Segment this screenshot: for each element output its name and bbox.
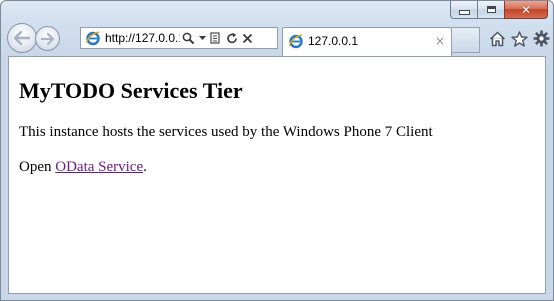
tab-title: 127.0.0.1	[308, 34, 359, 48]
ie-logo-icon	[86, 31, 100, 46]
open-service-line: Open OData Service.	[19, 158, 535, 176]
address-url[interactable]: http://127.0.0.1:8	[105, 31, 180, 45]
gear-icon[interactable]	[533, 30, 550, 47]
page-title: MyTODO Services Tier	[19, 78, 243, 103]
tab-close-icon[interactable]: ×	[435, 33, 445, 49]
forward-button[interactable]	[35, 26, 60, 51]
page-content: MyTODO Services Tier This instance hosts…	[8, 56, 546, 294]
odata-service-link[interactable]: OData Service	[55, 159, 143, 175]
open-prefix: Open	[19, 159, 56, 175]
new-tab-button[interactable]	[452, 27, 480, 53]
search-icon[interactable]	[182, 32, 195, 45]
back-arrow-icon	[14, 31, 30, 45]
ie-logo-icon	[289, 34, 303, 49]
link-suffix: .	[143, 159, 147, 175]
close-icon: ✕	[520, 2, 532, 17]
forward-arrow-icon	[41, 32, 54, 45]
minimize-icon	[458, 10, 470, 15]
tab-active[interactable]: 127.0.0.1 ×	[282, 27, 452, 56]
address-tools	[182, 31, 253, 45]
browser-window: ✕ http://127.0.0.1:8	[0, 0, 554, 301]
caption-buttons: ✕	[450, 1, 548, 20]
compatibility-view-icon[interactable]	[210, 31, 222, 45]
maximize-button[interactable]	[477, 1, 504, 19]
close-window-button[interactable]: ✕	[504, 1, 548, 19]
maximize-icon	[486, 6, 496, 13]
command-icons	[489, 30, 550, 47]
back-button[interactable]	[7, 23, 37, 53]
navigation-bar: http://127.0.0.1:8	[1, 21, 553, 56]
address-bar[interactable]: http://127.0.0.1:8	[80, 27, 278, 49]
description-text: This instance hosts the services used by…	[19, 124, 433, 140]
refresh-icon[interactable]	[226, 32, 238, 45]
chevron-down-icon[interactable]	[199, 35, 206, 41]
minimize-button[interactable]	[450, 1, 477, 19]
stop-icon[interactable]	[242, 33, 253, 44]
home-icon[interactable]	[489, 31, 506, 47]
star-icon[interactable]	[511, 30, 528, 47]
